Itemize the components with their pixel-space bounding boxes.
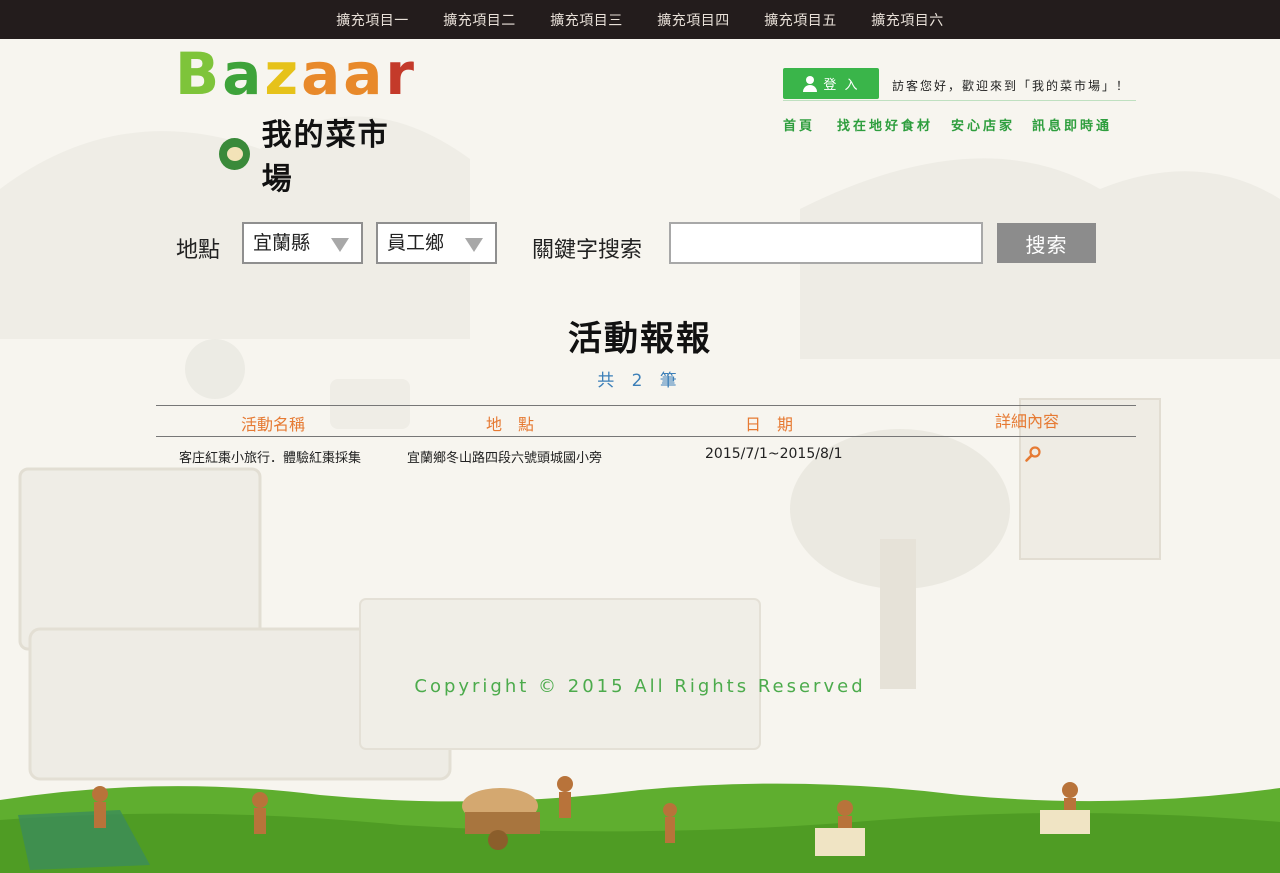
top-nav-bar: 擴充項目一 擴充項目二 擴充項目三 擴充項目四 擴充項目五 擴充項目六 xyxy=(0,0,1280,39)
top-nav-item-5[interactable]: 擴充項目五 xyxy=(747,10,854,30)
activity-table: 活動名稱 地 點 日 期 詳細內容 客庄紅棗小旅行．體驗紅棗採集 宜蘭鄉冬山路四… xyxy=(156,405,1136,475)
county-select-value: 宜蘭縣 xyxy=(253,232,311,254)
top-nav-item-6[interactable]: 擴充項目六 xyxy=(854,10,961,30)
cell-location: 宜蘭鄉冬山路四段六號頭城國小旁 xyxy=(407,451,603,466)
copyright-text: Copyright © 2015 All Rights Reserved xyxy=(414,676,866,697)
keyword-input[interactable] xyxy=(669,222,983,264)
column-header-location: 地 點 xyxy=(486,415,535,434)
logo-wordmark: B a z a a r xyxy=(175,44,415,104)
nav-link-local-food[interactable]: 找在地好食材 xyxy=(837,115,933,134)
main-nav: 首頁 找在地好食材 安心店家 訊息即時通 xyxy=(783,115,1112,134)
location-label: 地點 xyxy=(176,238,221,263)
township-select[interactable]: 員工鄉 xyxy=(376,222,497,264)
logo-letter: a xyxy=(301,40,342,108)
table-row: 客庄紅棗小旅行．體驗紅棗採集 宜蘭鄉冬山路四段六號頭城國小旁 2015/7/1~… xyxy=(156,437,1136,475)
grass-footer-illustration xyxy=(0,776,1280,873)
column-header-name: 活動名稱 xyxy=(241,415,306,434)
cell-date: 2015/7/1~2015/8/1 xyxy=(705,446,843,462)
site-logo[interactable]: B a z a a r 我的菜市場 xyxy=(175,44,415,197)
cell-activity-name: 客庄紅棗小旅行．體驗紅棗採集 xyxy=(179,451,362,466)
user-icon xyxy=(802,75,818,92)
welcome-message: 訪客您好，歡迎來到「我的菜市場」！ xyxy=(892,79,1131,93)
logo-letter: z xyxy=(264,40,300,108)
result-count: 共 2 筆 xyxy=(597,371,683,391)
logo-letter: B xyxy=(175,40,221,108)
top-nav-item-3[interactable]: 擴充項目三 xyxy=(533,10,640,30)
chevron-down-icon xyxy=(331,238,349,252)
top-nav-item-1[interactable]: 擴充項目一 xyxy=(319,10,426,30)
login-button[interactable]: 登 入 xyxy=(783,68,879,99)
column-header-date: 日 期 xyxy=(745,415,794,434)
search-bar: 地點 宜蘭縣 員工鄉 關鍵字搜索 搜索 xyxy=(176,222,1136,264)
header-divider xyxy=(783,100,1136,101)
logo-subtitle: 我的菜市場 xyxy=(261,118,390,197)
search-button[interactable]: 搜索 xyxy=(997,223,1096,263)
table-header: 活動名稱 地 點 日 期 詳細內容 xyxy=(156,405,1136,437)
keyword-label: 關鍵字搜索 xyxy=(532,238,643,263)
logo-subtitle-row: 我的菜市場 xyxy=(219,110,415,198)
login-button-label: 登 入 xyxy=(823,78,860,93)
page-title: 活動報報 xyxy=(568,319,712,359)
township-select-value: 員工鄉 xyxy=(387,232,445,254)
column-header-detail: 詳細內容 xyxy=(995,412,1060,431)
chevron-down-icon xyxy=(465,238,483,252)
nav-link-safe-stores[interactable]: 安心店家 xyxy=(951,115,1015,134)
county-select[interactable]: 宜蘭縣 xyxy=(242,222,363,264)
top-nav-item-4[interactable]: 擴充項目四 xyxy=(640,10,747,30)
logo-letter: a xyxy=(222,40,263,108)
magnifier-icon[interactable] xyxy=(1024,445,1042,463)
logo-letter: r xyxy=(385,40,416,108)
farmer-mascot-icon xyxy=(219,138,250,170)
top-nav-item-2[interactable]: 擴充項目二 xyxy=(426,10,533,30)
logo-letter: a xyxy=(343,40,384,108)
nav-link-news[interactable]: 訊息即時通 xyxy=(1032,115,1112,134)
nav-link-home[interactable]: 首頁 xyxy=(783,115,815,134)
